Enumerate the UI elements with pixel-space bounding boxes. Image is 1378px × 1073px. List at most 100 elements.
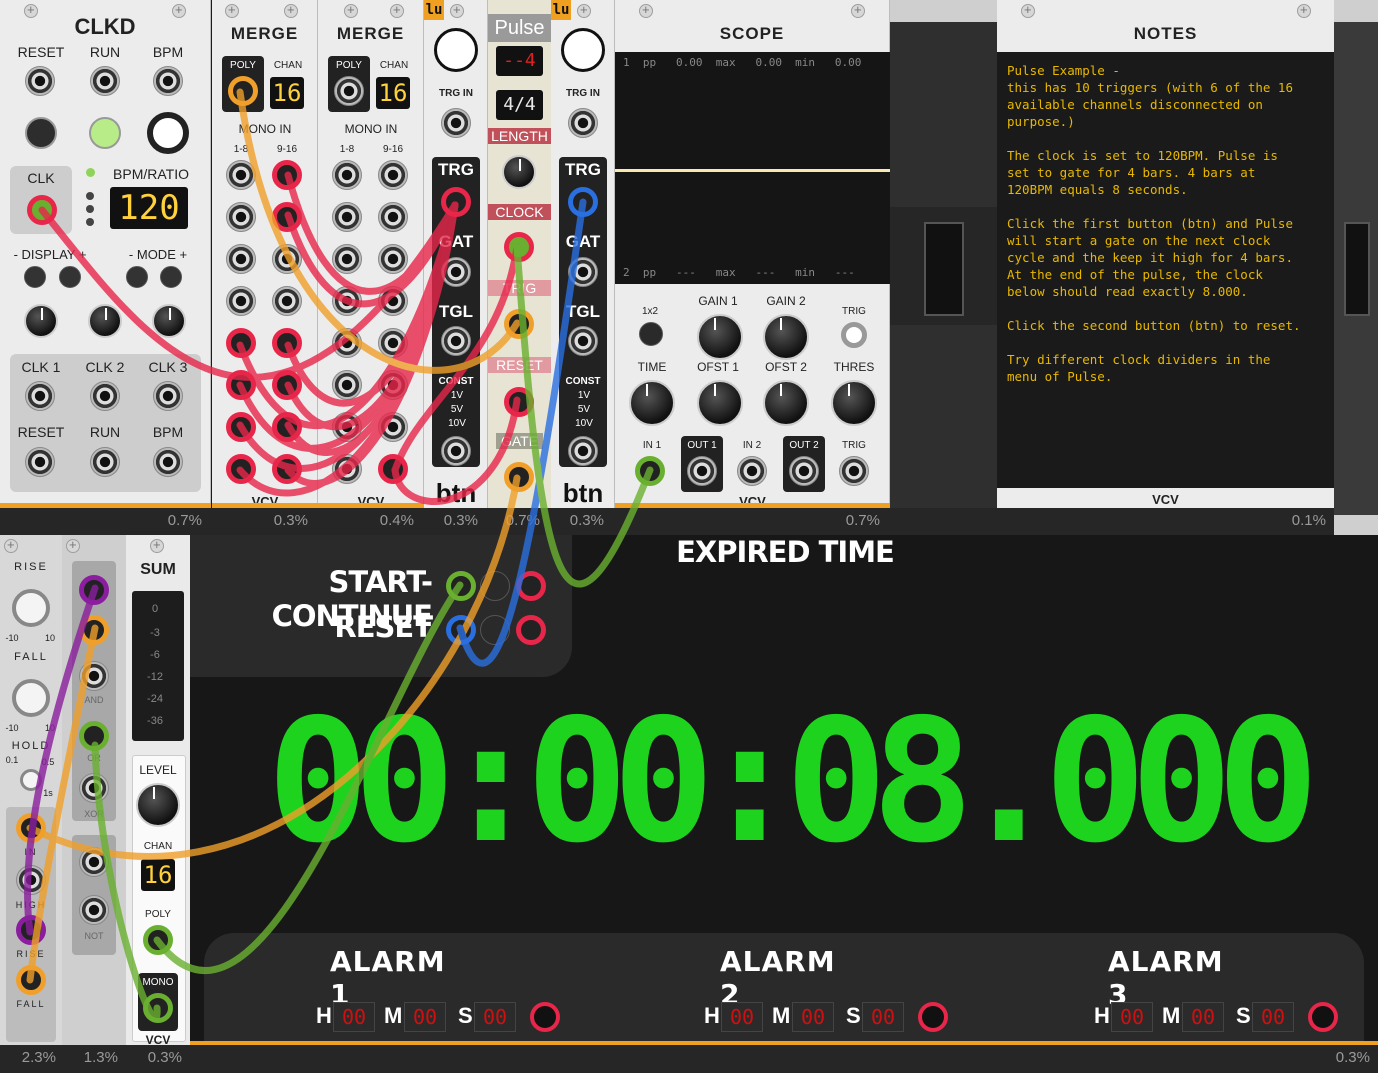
poly-output-jack[interactable] (334, 76, 364, 106)
time-knob[interactable] (629, 380, 675, 426)
mono-in-3[interactable] (332, 244, 362, 274)
display-minus-button[interactable] (24, 266, 46, 288)
reset-input-jack[interactable] (25, 66, 55, 96)
trig-input-jack[interactable] (839, 456, 869, 486)
trg-in-jack[interactable] (441, 108, 471, 138)
alarm3-minutes-field[interactable]: 00 (1182, 1002, 1224, 1032)
xor-output-jack[interactable] (79, 773, 109, 803)
gat-output-jack[interactable] (441, 257, 471, 287)
fall-knob[interactable] (12, 679, 50, 717)
mono-in-15[interactable] (378, 412, 408, 442)
trg-output-plug[interactable] (441, 187, 471, 217)
mono-in-6-plug[interactable] (226, 370, 256, 400)
in2-input-jack[interactable] (737, 456, 767, 486)
alarm1-minutes-field[interactable]: 00 (404, 1002, 446, 1032)
alarm1-seconds-field[interactable]: 00 (474, 1002, 516, 1032)
reset-output-jack[interactable] (25, 447, 55, 477)
run-input-jack[interactable] (90, 66, 120, 96)
start-button[interactable] (480, 571, 510, 601)
const-output-jack[interactable] (568, 436, 598, 466)
tgl-output-jack[interactable] (568, 326, 598, 356)
out2-output-jack[interactable] (789, 456, 819, 486)
mono-in-13-plug[interactable] (272, 328, 302, 358)
hold-knob[interactable] (20, 769, 42, 791)
fall-out-plug[interactable] (16, 965, 46, 995)
clk-output-plug[interactable] (27, 195, 57, 225)
clk2-ratio-knob[interactable] (88, 304, 122, 338)
alarm1-output-jack[interactable] (530, 1002, 560, 1032)
alarm1-hours-field[interactable]: 00 (333, 1002, 375, 1032)
poly-input-plug[interactable] (143, 925, 173, 955)
level-knob[interactable] (136, 783, 180, 827)
gain2-knob[interactable] (763, 314, 809, 360)
mode-plus-button[interactable] (160, 266, 182, 288)
mono-in-16-plug[interactable] (272, 454, 302, 484)
clk1-output-jack[interactable] (25, 381, 55, 411)
reset-button[interactable] (25, 117, 57, 149)
alarm3-hours-field[interactable]: 00 (1111, 1002, 1153, 1032)
trg-output-plug[interactable] (568, 187, 598, 217)
mono-in-11[interactable] (378, 244, 408, 274)
ofst1-knob[interactable] (697, 380, 743, 426)
clk2-output-jack[interactable] (90, 381, 120, 411)
const-output-jack[interactable] (441, 436, 471, 466)
rise-out-plug[interactable] (16, 915, 46, 945)
trig-input-plug[interactable] (504, 309, 534, 339)
logic-in-a-plug[interactable] (79, 575, 109, 605)
mode-minus-button[interactable] (126, 266, 148, 288)
mono-in-2[interactable] (332, 202, 362, 232)
mono-in-10[interactable] (378, 202, 408, 232)
bpm-knob[interactable] (147, 112, 189, 154)
mono-in-12[interactable] (378, 286, 408, 316)
alarm3-output-jack[interactable] (1308, 1002, 1338, 1032)
in1-input-plug[interactable] (635, 456, 665, 486)
gat-output-jack[interactable] (568, 257, 598, 287)
display-plus-button[interactable] (59, 266, 81, 288)
mono-in-16-plug[interactable] (378, 454, 408, 484)
mono-in-14[interactable] (378, 370, 408, 400)
mono-in-15-plug[interactable] (272, 412, 302, 442)
mono-in-5[interactable] (332, 328, 362, 358)
mono-in-5-plug[interactable] (226, 328, 256, 358)
alarm3-seconds-field[interactable]: 00 (1252, 1002, 1294, 1032)
mono-in-4[interactable] (226, 286, 256, 316)
start-input-plug[interactable] (446, 571, 476, 601)
mono-in-8-plug[interactable] (226, 454, 256, 484)
big-button[interactable] (561, 28, 605, 72)
thres-knob[interactable] (831, 380, 877, 426)
length-knob[interactable] (502, 155, 536, 189)
reset-button[interactable] (480, 615, 510, 645)
mono-in-12[interactable] (272, 286, 302, 316)
ofst2-knob[interactable] (763, 380, 809, 426)
bpm-output-jack[interactable] (153, 447, 183, 477)
mono-in-9-plug[interactable] (272, 160, 302, 190)
reset-input-plug[interactable] (446, 615, 476, 645)
mono-in-1[interactable] (226, 160, 256, 190)
run-output-jack[interactable] (90, 447, 120, 477)
alarm2-output-jack[interactable] (918, 1002, 948, 1032)
and-output-jack[interactable] (79, 661, 109, 691)
gate-output-plug[interactable] (504, 462, 534, 492)
mono-in-11[interactable] (272, 244, 302, 274)
out1-output-jack[interactable] (687, 456, 717, 486)
bpm-input-jack[interactable] (153, 66, 183, 96)
clk3-output-jack[interactable] (153, 381, 183, 411)
not-output-jack[interactable] (79, 895, 109, 925)
not-input-jack[interactable] (79, 847, 109, 877)
mono-in-6[interactable] (332, 370, 362, 400)
mono-in-14-plug[interactable] (272, 370, 302, 400)
mono-in-7[interactable] (332, 412, 362, 442)
alarm2-seconds-field[interactable]: 00 (862, 1002, 904, 1032)
mono-in-7-plug[interactable] (226, 412, 256, 442)
logic-in-b-plug[interactable] (79, 615, 109, 645)
big-button[interactable] (434, 28, 478, 72)
tgl-output-jack[interactable] (441, 326, 471, 356)
high-jack[interactable] (16, 865, 46, 895)
notes-textarea[interactable]: Pulse Example - this has 10 triggers (wi… (997, 52, 1334, 488)
mono-in-9[interactable] (378, 160, 408, 190)
clk3-ratio-knob[interactable] (152, 304, 186, 338)
trg-in-jack[interactable] (568, 108, 598, 138)
mono-in-2[interactable] (226, 202, 256, 232)
mono-output-plug[interactable] (143, 993, 173, 1023)
start-output-plug[interactable] (516, 571, 546, 601)
